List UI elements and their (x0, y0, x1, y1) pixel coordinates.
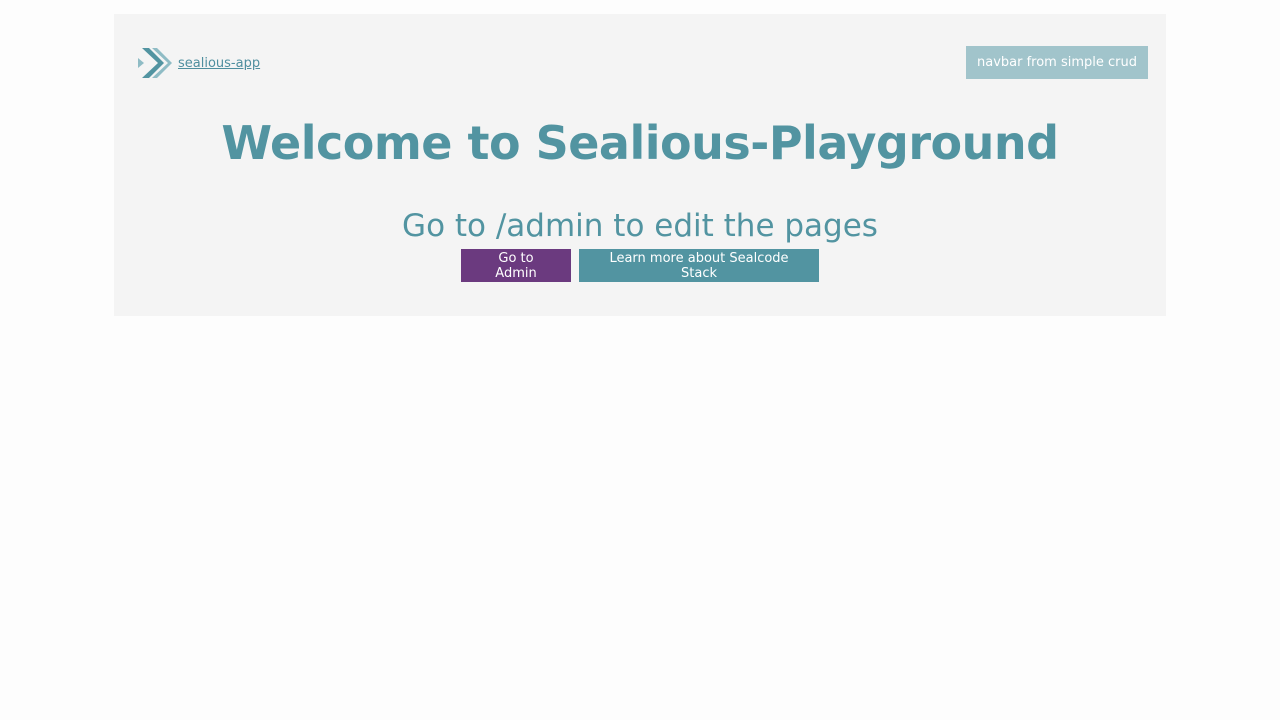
go-to-admin-button[interactable]: Go to Admin (461, 249, 571, 282)
page-subtitle: Go to /admin to edit the pages (402, 208, 878, 244)
learn-more-button[interactable]: Learn more about Sealcode Stack (579, 249, 819, 282)
hero-panel: sealious-app navbar from simple crud Wel… (114, 14, 1166, 316)
home-link[interactable]: sealious-app (138, 46, 260, 80)
action-buttons: Go to Admin Learn more about Sealcode St… (114, 249, 1166, 282)
page-title: Welcome to Sealious-Playground (221, 116, 1059, 170)
navbar-button[interactable]: navbar from simple crud (966, 46, 1148, 79)
app-name-link-text[interactable]: sealious-app (178, 56, 260, 71)
double-chevron-right-icon (138, 48, 172, 78)
